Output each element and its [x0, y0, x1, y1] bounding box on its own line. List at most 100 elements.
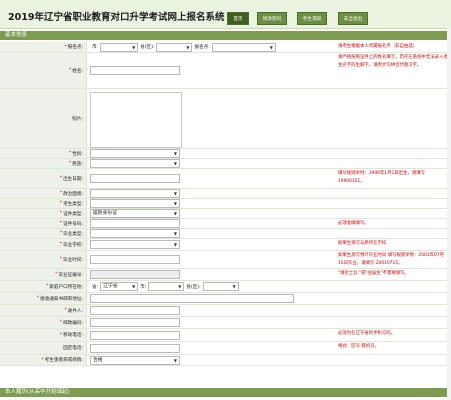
health-select[interactable]: 合格 ▼ [90, 355, 180, 365]
nav-logout[interactable]: 安全退出 [338, 12, 368, 25]
page-title: 2019年辽宁省职业教育对口升学考试网上报名系统 [8, 12, 225, 23]
hukou-county-select[interactable]: ▼ [202, 282, 239, 291]
registration-form: * 报名点: 市: ▼ 县(区): ▼ 报名点: ▼ 请考生根据本人所属报名点（非… [0, 42, 451, 386]
field-recipient [90, 305, 180, 316]
hukou-county-label: 县(区): [186, 284, 201, 290]
nav-home[interactable]: 首页 [227, 12, 249, 25]
field-phone [90, 342, 180, 354]
chevron-down-icon: ▼ [173, 151, 177, 156]
id-number-input[interactable] [90, 219, 180, 228]
field-politics: ▼ [90, 189, 180, 198]
label-postcode: * 邮政编码: [0, 317, 87, 328]
chevron-down-icon: ▼ [173, 357, 177, 363]
section-basic-info: 基本信息 [0, 31, 451, 40]
gender-select[interactable]: ▼ [90, 149, 180, 158]
nav-change-password[interactable]: 修改密码 [257, 12, 287, 25]
row-health: * 考生患疾病或病情: 合格 ▼ [0, 355, 451, 366]
field-address [90, 293, 294, 304]
field-id-number [90, 219, 180, 228]
label-hukou: * 家庭户口所在地: [0, 281, 87, 292]
postcode-input[interactable] [90, 318, 180, 327]
field-id-type: 居民身份证 ▼ [90, 209, 180, 218]
row-politics: * 政治面貌: ▼ [0, 189, 451, 199]
row-id-type: * 证件类型: 居民身份证 ▼ [0, 209, 451, 219]
label-gender: * 性别: [0, 149, 87, 158]
row-candidate-type: * 考生类型: ▼ [0, 199, 451, 209]
field-grad-school: ▼ [90, 239, 180, 250]
section-resume: 本人履历(从高中开始填起) [0, 388, 451, 397]
label-birth: * 出生日期: [0, 169, 87, 188]
chevron-down-icon: ▼ [173, 242, 177, 247]
site-point-select[interactable]: ▼ [211, 42, 276, 52]
field-grad-type: ▼ [90, 229, 180, 238]
field-hukou: 省: 辽宁省 ▼ 市: ▼ 县(区): ▼ [90, 281, 239, 292]
note-mobile: 必须为在辽宁省的手机号码。 [338, 331, 396, 336]
id-type-value: 居民身份证 [93, 211, 117, 216]
birth-input[interactable] [90, 174, 180, 183]
label-site: * 报名点: [0, 42, 87, 52]
grad-time-input[interactable] [90, 255, 180, 264]
recipient-input[interactable] [90, 306, 180, 315]
phone-input[interactable] [90, 343, 180, 353]
field-birth [90, 169, 180, 188]
row-name: * 姓名: 请严格按照证件上的姓名填写，若存在系统中无法录入考生名字的生僻字，请用… [0, 53, 451, 89]
chevron-down-icon: ▼ [186, 44, 190, 50]
hukou-city-select[interactable]: ▼ [148, 282, 185, 291]
field-postcode [90, 317, 180, 328]
politics-select[interactable]: ▼ [90, 189, 180, 198]
label-phone: 固定电话: [0, 342, 87, 354]
label-name: * 姓名: [0, 53, 87, 88]
chevron-down-icon: ▼ [173, 191, 177, 196]
province-label: 省: [92, 284, 99, 290]
row-phone: 固定电话: 格式：区号-座机号。 [0, 342, 451, 355]
grad-school-select[interactable]: ▼ [90, 240, 180, 249]
hukou-province-value: 辽宁省 [103, 284, 118, 289]
note-birth: 填写规则举例：1990年1月1日出生，请填写19900101。 [338, 171, 426, 184]
label-mobile: * 移动电话: [0, 329, 87, 341]
mobile-input[interactable] [90, 330, 180, 340]
field-candidate-type: ▼ [90, 199, 180, 208]
chevron-down-icon: ▼ [178, 284, 182, 289]
note-grad-cert: "请近士兵 "或"往届生"不需要填写。 [338, 271, 409, 276]
site-city-select[interactable]: ▼ [100, 42, 139, 52]
site-county-select[interactable]: ▼ [156, 42, 193, 52]
row-ethnicity: * 民族: ▼ [0, 159, 451, 169]
id-type-select[interactable]: 居民身份证 ▼ [90, 209, 180, 218]
address-input[interactable] [90, 294, 294, 303]
nav-candidate-notice[interactable]: 考生须知 [297, 12, 327, 25]
row-recipient: * 收件人: [0, 305, 451, 317]
page: 2019年辽宁省职业教育对口升学考试网上报名系统 首页 修改密码 考生须知 安全… [0, 0, 451, 400]
grad-type-select[interactable]: ▼ [90, 229, 180, 238]
hukou-province-select[interactable]: 辽宁省 ▼ [100, 282, 139, 291]
field-site: 市: ▼ 县(区): ▼ 报名点: ▼ [90, 42, 276, 52]
row-birth: * 出生日期: 填写规则举例：1990年1月1日出生，请填写19900101。 [0, 169, 451, 189]
row-id-number: * 证件号码: 必须准确填写。 [0, 219, 451, 229]
note-grad-time: 如果生源写预计毕业时间 填写规则举例：2001年07月15日毕业，请填写 200… [338, 253, 444, 266]
field-grad-time [90, 251, 180, 268]
row-postcode: * 邮政编码: [0, 317, 451, 329]
row-hukou: * 家庭户口所在地: 省: 辽宁省 ▼ 市: ▼ 县(区): ▼ [0, 281, 451, 293]
scrollbar[interactable] [447, 28, 451, 400]
candidate-type-select[interactable]: ▼ [90, 199, 180, 208]
photo-upload-area[interactable] [90, 92, 182, 148]
label-address: * 接收通知书邮寄地址: [0, 293, 87, 304]
chevron-down-icon: ▼ [173, 161, 177, 166]
label-id-type: * 证件类型: [0, 209, 87, 218]
ethnicity-select[interactable]: ▼ [90, 159, 180, 168]
note-id-number: 必须准确填写。 [338, 221, 369, 226]
row-grad-type: * 毕业类型: ▼ [0, 229, 451, 239]
label-ethnicity: * 民族: [0, 159, 87, 168]
label-health: * 考生患疾病或病情: [0, 355, 87, 365]
label-politics: * 政治面貌: [0, 189, 87, 198]
row-grad-time: * 毕业时间: 如果生源写预计毕业时间 填写规则举例：2001年07月15日毕业，… [0, 251, 451, 269]
row-address: * 接收通知书邮寄地址: [0, 293, 451, 305]
label-candidate-type: * 考生类型: [0, 199, 87, 208]
field-gender: ▼ [90, 149, 180, 158]
label-grad-type: * 毕业类型: [0, 229, 87, 238]
field-health: 合格 ▼ [90, 355, 180, 365]
name-input[interactable] [90, 66, 180, 75]
row-grad-school: * 毕业学校: ▼ 如果生源写与原所在学校 [0, 239, 451, 251]
chevron-down-icon: ▼ [132, 44, 136, 50]
grad-cert-input[interactable] [90, 270, 180, 279]
point-label: 报名点: [194, 45, 210, 50]
